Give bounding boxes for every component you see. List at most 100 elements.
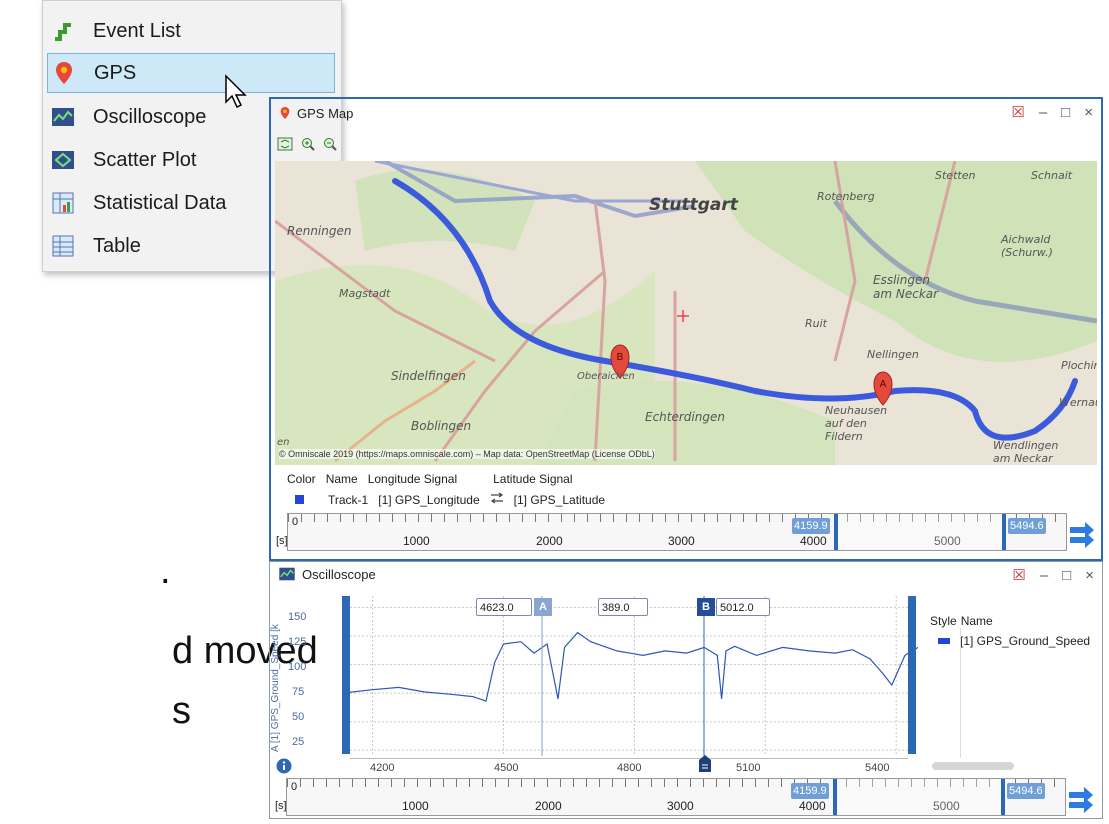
place-label: Rotenberg [817, 190, 875, 203]
cursor-b-handle[interactable]: B [697, 598, 715, 616]
menu-item-gps[interactable]: GPS [47, 53, 335, 93]
range-start-value: 4159.9 [791, 783, 829, 799]
table-row[interactable]: Track-1 [1] GPS_Longitude [1] GPS_Latitu… [295, 492, 605, 507]
gps-timeline[interactable]: 0 1000 2000 3000 4000 5000 4159.9 5494.6 [287, 513, 1067, 551]
legend-style-header: Style [930, 614, 957, 628]
gps-map[interactable]: B A Stuttgart Rotenberg Stetten Schnait … [275, 161, 1097, 465]
col-header-longitude: Longitude Signal [367, 472, 458, 486]
osc-title-bar: Oscilloscope ☒ – □ × [270, 562, 1102, 586]
minimize-button[interactable]: – [1040, 567, 1048, 584]
close-button[interactable]: × [1085, 567, 1094, 584]
legend-divider [960, 628, 961, 758]
cursor-delta-value: 389.0 [598, 598, 648, 616]
place-label: Ruit [805, 317, 827, 330]
swap-icon[interactable] [490, 492, 504, 507]
timeline-label: 4000 [800, 534, 827, 548]
oscilloscope-icon [51, 105, 75, 129]
track-color-swatch[interactable] [295, 495, 304, 504]
osc-timeline[interactable]: 0 1000 2000 3000 4000 5000 4159.9 5494.6 [286, 778, 1066, 816]
legend-entry-name: [1] GPS_Ground_Speed [960, 634, 1091, 648]
maximize-button[interactable]: □ [1062, 567, 1071, 584]
maximize-button[interactable]: □ [1061, 104, 1070, 121]
range-end-value: 5494.6 [1008, 518, 1046, 534]
cursor-a-value: 4623.0 [476, 598, 532, 616]
osc-window-title: Oscilloscope [302, 566, 376, 582]
svg-text:B: B [617, 352, 624, 363]
minimize-button[interactable]: – [1039, 104, 1047, 121]
menu-item-label: Statistical Data [93, 191, 227, 214]
svg-text:A: A [880, 379, 887, 390]
timeline-range-selector[interactable] [833, 779, 1005, 815]
cursor-b-value: 5012.0 [716, 598, 770, 616]
place-label: en [277, 437, 290, 448]
menu-item-label: Event List [93, 19, 181, 42]
help-icon[interactable]: ☒ [1011, 103, 1024, 121]
help-icon[interactable]: ☒ [1012, 566, 1025, 584]
place-label: Wendlingen am Neckar [993, 439, 1059, 465]
col-header-latitude: Latitude Signal [493, 472, 573, 486]
track-latitude: [1] GPS_Latitude [513, 492, 606, 507]
osc-plot[interactable] [342, 596, 918, 756]
cursor-b-drag-icon[interactable] [698, 755, 712, 778]
timeline-label: 4000 [799, 799, 826, 813]
place-label: Magstadt [339, 287, 391, 300]
menu-item-event-list[interactable]: Event List [47, 11, 335, 51]
place-label: Stetten [935, 169, 976, 182]
range-end-value: 5494.6 [1007, 783, 1045, 799]
timeline-unit: [s] [275, 800, 287, 812]
track-name: Track-1 [328, 492, 369, 507]
place-label: Nellingen [867, 348, 919, 361]
plot-right-handle[interactable] [908, 596, 916, 754]
table-icon [51, 234, 75, 258]
gps-window-title: GPS Map [297, 105, 354, 121]
x-tick: 4500 [494, 762, 519, 774]
gps-pin-icon [52, 61, 76, 85]
place-label: Wernau [1059, 396, 1097, 409]
y-tick: 50 [292, 711, 305, 723]
y-tick: 125 [288, 636, 307, 648]
place-label: Stuttgart [649, 195, 738, 215]
event-list-icon [51, 19, 75, 43]
plot-left-handle[interactable] [342, 596, 350, 754]
place-label: Schnait [1031, 169, 1073, 182]
scroll-right-icon[interactable] [1069, 519, 1095, 554]
col-header-color: Color [287, 472, 316, 486]
timeline-label: 2000 [535, 799, 562, 813]
gps-map-window: GPS Map ☒ – □ × B A Stuttgart Rotenberg … [269, 97, 1103, 561]
place-label: Oberaichen [577, 371, 635, 382]
oscilloscope-window: Oscilloscope ☒ – □ × A [1] GPS_Ground_Sp… [269, 561, 1103, 819]
gps-pin-icon [279, 106, 291, 120]
timeline-label: 1000 [403, 534, 430, 548]
menu-item-label: Oscilloscope [93, 105, 207, 128]
menu-item-label: Table [93, 234, 141, 257]
close-button[interactable]: × [1084, 104, 1093, 121]
y-tick: 150 [288, 611, 307, 623]
scatter-plot-icon [51, 148, 75, 172]
slide-text-line3: s [172, 690, 191, 732]
osc-legend-header: Style Name [930, 614, 993, 628]
place-label: Sindelfingen [391, 369, 466, 383]
timeline-label: 2000 [536, 534, 563, 548]
track-longitude: [1] GPS_Longitude [378, 492, 480, 507]
zoom-out-icon[interactable] [323, 137, 337, 156]
info-icon[interactable] [276, 758, 292, 779]
y-tick: 100 [288, 661, 307, 673]
map-toolbar [277, 137, 337, 156]
place-label: Renningen [287, 224, 352, 238]
place-label: Plochinger [1061, 359, 1097, 372]
scroll-right-icon[interactable] [1068, 784, 1094, 819]
timeline-range-selector[interactable] [834, 514, 1006, 550]
legend-scrollbar[interactable] [932, 762, 1014, 770]
statistical-data-icon [51, 191, 75, 215]
timeline-label: 0 [292, 516, 299, 528]
zoom-in-icon[interactable] [301, 137, 315, 156]
osc-y-axis-label: A [1] GPS_Ground_Speed [k [270, 624, 281, 752]
x-tick: 4800 [617, 762, 642, 774]
place-label: Neuhausen auf den Fildern [825, 404, 888, 443]
fit-map-icon[interactable] [277, 137, 293, 156]
track-table-header: Color Name Longitude Signal Latitude Sig… [287, 472, 573, 486]
y-tick: 25 [292, 736, 305, 748]
range-start-value: 4159.9 [792, 518, 830, 534]
timeline-label: 1000 [402, 799, 429, 813]
cursor-a-handle[interactable]: A [534, 598, 552, 616]
